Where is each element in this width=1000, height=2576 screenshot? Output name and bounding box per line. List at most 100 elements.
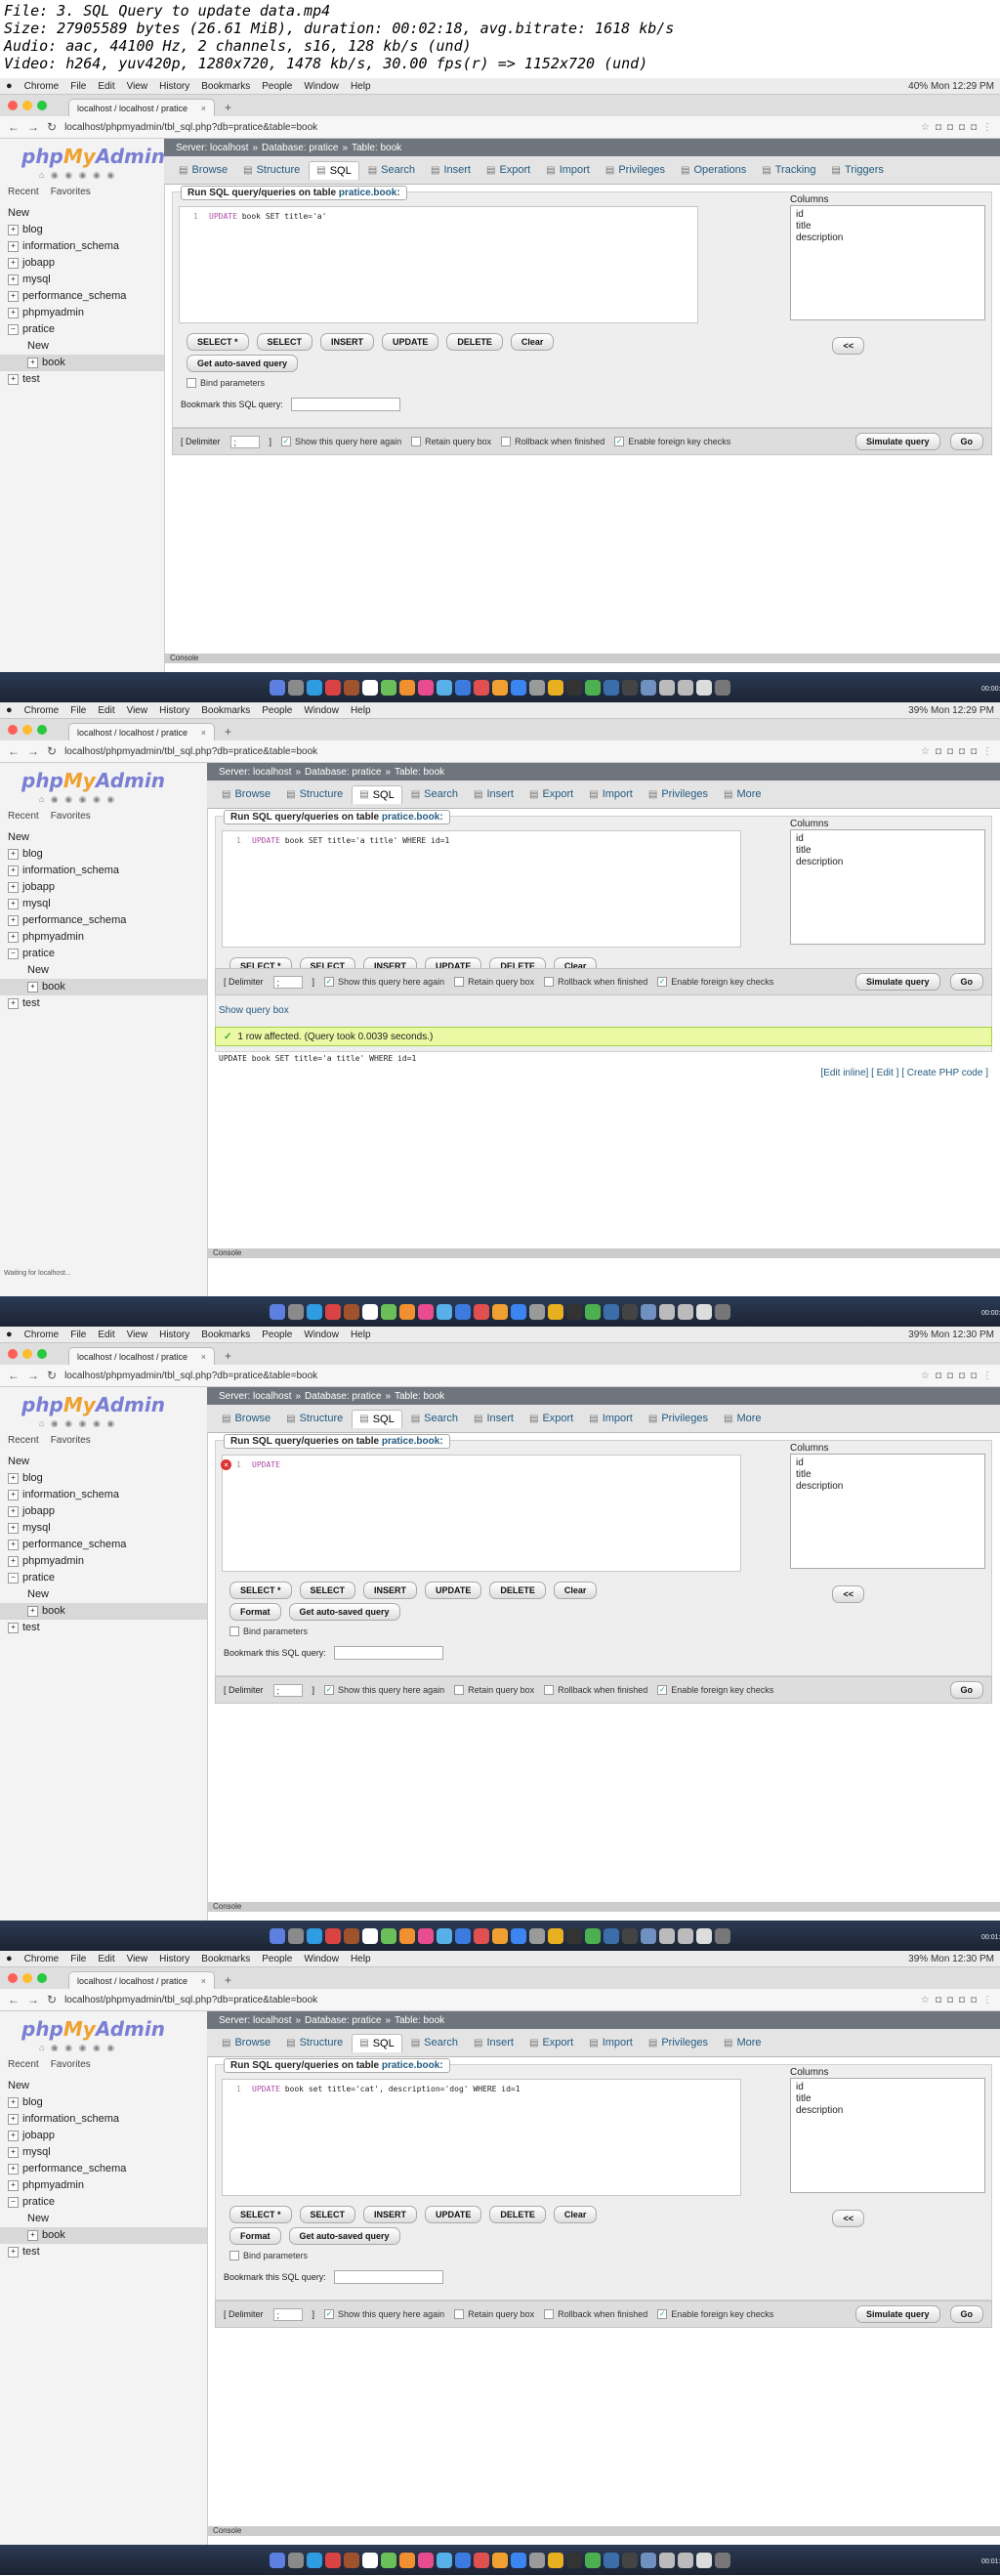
dock-app-icon[interactable]	[288, 1303, 304, 1320]
menu-window[interactable]: Window	[304, 705, 339, 716]
tree-item[interactable]: + mysql	[0, 1520, 207, 1537]
tab-browse[interactable]: ▤ Browse	[215, 1410, 277, 1427]
dock-app-icon[interactable]	[641, 2552, 656, 2568]
tree-item[interactable]: + test	[0, 1620, 207, 1636]
reload-icon[interactable]: ↻	[47, 1369, 57, 1382]
dock-app-icon[interactable]	[678, 679, 693, 696]
menu-file[interactable]: File	[70, 81, 86, 92]
tab-structure[interactable]: ▤ Structure	[279, 2034, 350, 2051]
menu-file[interactable]: File	[70, 1954, 86, 1964]
breadcrumb-database[interactable]: Database: pratice	[305, 1391, 381, 1402]
star-icon[interactable]: ☆	[921, 746, 930, 757]
sql-query-editor[interactable]: × 1 UPDATE	[221, 1455, 741, 1572]
new-tab-button[interactable]: +	[225, 725, 231, 740]
tab-more[interactable]: ▤ More	[717, 2034, 769, 2051]
minimize-window-button[interactable]	[22, 725, 32, 735]
query-button-select[interactable]: SELECT *	[187, 333, 249, 351]
dock-app-icon[interactable]	[548, 679, 563, 696]
breadcrumb-table[interactable]: Table: book	[395, 767, 444, 778]
menu-icon[interactable]: ⋮	[982, 1995, 992, 2006]
dock-app-icon[interactable]	[325, 1927, 341, 1944]
option-checkbox[interactable]: ✓	[614, 437, 625, 446]
expand-icon[interactable]: +	[8, 2146, 19, 2158]
bind-params[interactable]: Bind parameters	[187, 378, 265, 388]
tab-close-icon[interactable]: ×	[201, 104, 206, 113]
dock-app-icon[interactable]	[529, 1303, 545, 1320]
option-foreign[interactable]: ✓ Enable foreign key checks	[657, 977, 773, 987]
expand-icon[interactable]: +	[27, 1605, 38, 1617]
column-option[interactable]: id	[796, 1457, 979, 1469]
menu-help[interactable]: Help	[351, 1954, 371, 1964]
dock-app-icon[interactable]	[399, 679, 415, 696]
browser-tab[interactable]: localhost / localhost / pratice ×	[68, 1971, 215, 1989]
ext-icon[interactable]: ◘	[971, 122, 977, 133]
expand-icon[interactable]: +	[8, 1522, 19, 1534]
dock-app-icon[interactable]	[362, 679, 378, 696]
tree-item[interactable]: + jobapp	[0, 255, 164, 272]
ext-icon[interactable]: ◘	[959, 746, 965, 757]
console-bar[interactable]: Console	[207, 1248, 1000, 1258]
dock-app-icon[interactable]	[270, 1927, 285, 1944]
tree-item[interactable]: + jobapp	[0, 1503, 207, 1520]
tab-export[interactable]: ▤ Export	[522, 785, 580, 803]
tab-import[interactable]: ▤ Import	[539, 161, 597, 179]
forward-icon[interactable]: →	[27, 744, 39, 758]
tab-sql[interactable]: ▤ SQL	[352, 784, 402, 804]
query-button-clear[interactable]: Clear	[510, 333, 555, 351]
option-retain[interactable]: Retain query box	[454, 2309, 534, 2319]
expand-icon[interactable]: +	[8, 865, 19, 876]
dock-app-icon[interactable]	[344, 679, 359, 696]
reload-icon[interactable]: ↻	[47, 1993, 57, 2006]
simulate-button[interactable]: Simulate query	[854, 433, 940, 450]
ext-icon[interactable]: ◘	[936, 1371, 941, 1381]
new-tab-button[interactable]: +	[225, 1973, 231, 1989]
option-foreign[interactable]: ✓ Enable foreign key checks	[657, 2309, 773, 2319]
dock-app-icon[interactable]	[492, 1303, 508, 1320]
option-checkbox[interactable]: ✓	[657, 2309, 668, 2319]
auto-saved-button[interactable]: Get auto-saved query	[288, 2227, 400, 2245]
dock-app-icon[interactable]	[399, 1927, 415, 1944]
option-checkbox[interactable]: ✓	[324, 1685, 335, 1695]
go-button[interactable]: Go	[949, 1681, 983, 1699]
dock-app-icon[interactable]	[511, 1927, 526, 1944]
bookmark-input[interactable]	[290, 398, 400, 411]
menu-history[interactable]: History	[159, 81, 189, 92]
breadcrumb-table[interactable]: Table: book	[352, 143, 401, 153]
bind-params[interactable]: Bind parameters	[229, 1626, 308, 1636]
column-option[interactable]: description	[796, 232, 979, 244]
sidebar-home-icons[interactable]: ⌂ ◉ ◉ ◉ ◉ ◉	[0, 792, 207, 805]
ext-icon[interactable]: ◘	[947, 1995, 953, 2006]
option-checkbox[interactable]	[454, 977, 465, 987]
dock-app-icon[interactable]	[270, 1303, 285, 1320]
option-checkbox[interactable]: ✓	[657, 977, 668, 987]
recent-tab[interactable]: Recent	[8, 1435, 39, 1446]
expand-icon[interactable]: +	[8, 373, 19, 385]
sql-query-editor[interactable]: 1 UPDATE book SET title='a title' WHERE i…	[222, 830, 741, 948]
tree-item[interactable]: + jobapp	[0, 2128, 207, 2144]
tree-item[interactable]: + blog	[0, 846, 207, 863]
tree-item[interactable]: + test	[0, 995, 207, 1012]
dock-app-icon[interactable]	[604, 679, 619, 696]
dock-app-icon[interactable]	[455, 679, 471, 696]
tree-item[interactable]: New	[0, 1586, 207, 1603]
dock-app-icon[interactable]	[455, 1303, 471, 1320]
option-show_again[interactable]: ✓ Show this query here again	[324, 977, 444, 987]
expand-icon[interactable]: −	[8, 948, 19, 959]
recent-tab[interactable]: Recent	[8, 811, 39, 822]
menu-view[interactable]: View	[127, 1954, 148, 1964]
column-option[interactable]: title	[796, 221, 979, 232]
option-checkbox[interactable]	[544, 2309, 555, 2319]
menu-history[interactable]: History	[159, 1330, 189, 1340]
dock-app-icon[interactable]	[585, 1927, 601, 1944]
address-field[interactable]: localhost/phpmyadmin/tbl_sql.php?db=prat…	[64, 1995, 913, 2006]
sql-query-editor[interactable]: 1 UPDATE book set title='cat', descriptio…	[222, 2079, 741, 2196]
delimiter-input[interactable]: ;	[272, 1683, 303, 1697]
menu-view[interactable]: View	[127, 81, 148, 92]
expand-icon[interactable]: +	[8, 240, 19, 252]
expand-icon[interactable]: +	[8, 898, 19, 909]
dock-app-icon[interactable]	[659, 2552, 675, 2568]
tab-browse[interactable]: ▤ Browse	[215, 785, 277, 803]
back-icon[interactable]: ←	[8, 744, 20, 758]
tab-operations[interactable]: ▤ Operations	[674, 161, 753, 179]
expand-icon[interactable]: +	[8, 257, 19, 269]
